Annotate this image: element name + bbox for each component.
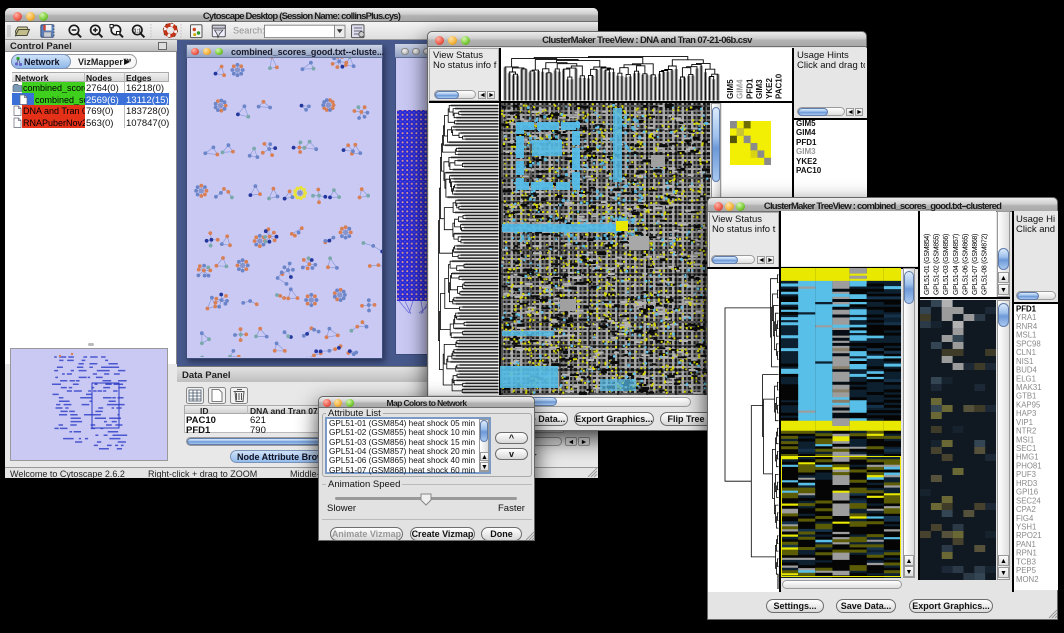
svg-text:YRA1: YRA1 (1016, 313, 1036, 322)
svg-text:RPO21: RPO21 (1016, 531, 1042, 540)
svg-text:PAN1: PAN1 (1016, 540, 1036, 549)
svg-text:PUF3: PUF3 (1016, 470, 1036, 479)
svg-text:TCB3: TCB3 (1016, 557, 1036, 566)
svg-text:NTR2: NTR2 (1016, 427, 1036, 436)
svg-text:PEP5: PEP5 (1016, 566, 1037, 575)
svg-text:ELG1: ELG1 (1016, 374, 1036, 383)
svg-text:HRD3: HRD3 (1016, 479, 1037, 488)
svg-text:GPL51-04 (GSM857): GPL51-04 (GSM857) (953, 234, 960, 295)
svg-text:MAK31: MAK31 (1016, 383, 1042, 392)
svg-text:RPN1: RPN1 (1016, 549, 1037, 558)
svg-text:CPA2: CPA2 (1016, 505, 1036, 514)
svg-text:BUD4: BUD4 (1016, 366, 1037, 375)
svg-text:GPL51-01 (GSM854): GPL51-01 (GSM854) (924, 234, 931, 295)
svg-text:GPI16: GPI16 (1016, 488, 1038, 497)
svg-text:MON2: MON2 (1016, 575, 1039, 584)
svg-text:GPL51-08 (GSM872): GPL51-08 (GSM872) (982, 234, 989, 295)
svg-text:HAP3: HAP3 (1016, 409, 1036, 418)
svg-text:KAP95: KAP95 (1016, 400, 1041, 409)
svg-text:GTB1: GTB1 (1016, 392, 1036, 401)
svg-text:GPL51-07 (GSM868): GPL51-07 (GSM868) (972, 234, 979, 295)
svg-text:SPC98: SPC98 (1016, 339, 1041, 348)
svg-text:NIS1: NIS1 (1016, 357, 1033, 366)
svg-text:GPL51-03 (GSM856): GPL51-03 (GSM856) (943, 234, 950, 295)
svg-text:VIP1: VIP1 (1016, 418, 1033, 427)
svg-text:YSH1: YSH1 (1016, 523, 1036, 532)
svg-text:SEC1: SEC1 (1016, 444, 1036, 453)
svg-text:GPL51-06 (GSM865): GPL51-06 (GSM865) (962, 234, 969, 295)
svg-text:RNR4: RNR4 (1016, 322, 1038, 331)
svg-text:CLN1: CLN1 (1016, 348, 1036, 357)
svg-text:GPL51-02 (GSM855): GPL51-02 (GSM855) (934, 234, 941, 295)
svg-text:FIG4: FIG4 (1016, 514, 1034, 523)
svg-text:MSI1: MSI1 (1016, 435, 1034, 444)
svg-text:PFD1: PFD1 (1016, 305, 1037, 314)
svg-text:SEC24: SEC24 (1016, 496, 1041, 505)
svg-text:MSL1: MSL1 (1016, 331, 1036, 340)
svg-text:PHO81: PHO81 (1016, 462, 1042, 471)
svg-text:HMG1: HMG1 (1016, 453, 1039, 462)
